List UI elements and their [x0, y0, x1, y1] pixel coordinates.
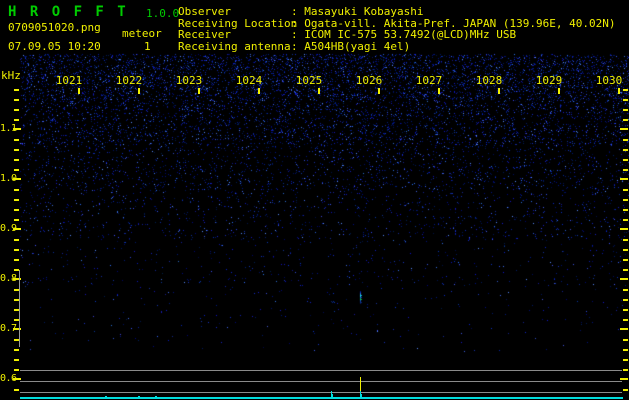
- freq-minor-tick-right: [623, 389, 628, 391]
- level-bump: [138, 396, 140, 397]
- freq-minor-tick-left: [14, 249, 19, 251]
- freq-minor-tick-right: [623, 239, 628, 241]
- freq-minor-tick-right: [623, 299, 628, 301]
- level-bump: [105, 396, 107, 397]
- time-tick-mark: [78, 88, 80, 94]
- output-filename: 0709051020.png: [8, 22, 101, 33]
- app-title: H R O F F T: [8, 5, 128, 19]
- time-tick-mark: [558, 88, 560, 94]
- freq-minor-tick-right: [623, 289, 628, 291]
- time-tick-mark: [138, 88, 140, 94]
- time-tick-label: 1029: [535, 75, 563, 86]
- time-tick-mark: [198, 88, 200, 94]
- freq-minor-tick-left: [14, 369, 19, 371]
- level-gridline: [20, 392, 622, 393]
- freq-major-tick-right: [620, 128, 628, 130]
- freq-minor-tick-right: [623, 159, 628, 161]
- time-tick-label: 1022: [115, 75, 143, 86]
- time-tick-label: 1023: [175, 75, 203, 86]
- freq-major-tick-left: [13, 228, 21, 230]
- time-tick-mark: [498, 88, 500, 94]
- level-spike: [332, 394, 333, 398]
- freq-minor-tick-left: [14, 119, 19, 121]
- freq-minor-tick-left: [14, 209, 19, 211]
- freq-major-tick-left: [13, 378, 21, 380]
- spectrogram-canvas: [0, 0, 629, 400]
- info-row: Receiving antenna: A504HB(yagi 4el): [178, 40, 616, 52]
- meteor-marker-cyan: [361, 394, 362, 399]
- freq-minor-tick-left: [14, 359, 19, 361]
- freq-minor-tick-left: [14, 219, 19, 221]
- freq-minor-tick-right: [623, 219, 628, 221]
- time-tick-label: 1024: [235, 75, 263, 86]
- freq-minor-tick-left: [14, 239, 19, 241]
- freq-minor-tick-left: [14, 109, 19, 111]
- freq-minor-tick-right: [623, 359, 628, 361]
- info-row: Receiver: ICOM IC-575 53.7492(@LCD)MHz U…: [178, 28, 616, 40]
- time-tick-mark: [258, 88, 260, 94]
- freq-minor-tick-right: [623, 349, 628, 351]
- station-info-block: Observer: Masayuki KobayashiReceiving Lo…: [178, 5, 616, 51]
- info-label: Receiving antenna: [178, 40, 291, 53]
- freq-minor-tick-right: [623, 119, 628, 121]
- time-tick-mark: [438, 88, 440, 94]
- mode-label: meteor: [122, 28, 162, 39]
- time-tick-mark: [618, 88, 620, 94]
- level-scale-bar: [19, 270, 20, 347]
- freq-minor-tick-right: [623, 269, 628, 271]
- freq-major-tick-right: [620, 178, 628, 180]
- info-row: Receiving Location: Ogata-vill. Akita-Pr…: [178, 17, 616, 29]
- freq-minor-tick-right: [623, 339, 628, 341]
- freq-minor-tick-right: [623, 139, 628, 141]
- time-tick-label: 1030: [595, 75, 623, 86]
- datetime-label: 07.09.05 10:20: [8, 41, 101, 52]
- freq-minor-tick-right: [623, 259, 628, 261]
- info-row: Observer: Masayuki Kobayashi: [178, 5, 616, 17]
- freq-major-tick-left: [13, 178, 21, 180]
- freq-major-tick-right: [620, 378, 628, 380]
- time-tick-label: 1021: [55, 75, 83, 86]
- freq-minor-tick-right: [623, 309, 628, 311]
- level-gridline: [20, 381, 622, 382]
- level-bump: [155, 396, 157, 397]
- freq-major-tick-left: [13, 128, 21, 130]
- freq-minor-tick-left: [14, 189, 19, 191]
- time-tick-mark: [318, 88, 320, 94]
- freq-minor-tick-left: [14, 149, 19, 151]
- freq-minor-tick-right: [623, 319, 628, 321]
- freq-minor-tick-right: [623, 99, 628, 101]
- freq-minor-tick-left: [14, 99, 19, 101]
- app-version: 1.0.0: [146, 8, 179, 19]
- level-baseline: [20, 397, 623, 399]
- freq-major-tick-right: [620, 278, 628, 280]
- freq-minor-tick-right: [623, 89, 628, 91]
- level-gridline: [20, 370, 622, 371]
- freq-major-tick-right: [620, 228, 628, 230]
- freq-minor-tick-left: [14, 159, 19, 161]
- freq-minor-tick-right: [623, 199, 628, 201]
- meteor-count: 1: [144, 41, 151, 52]
- freq-minor-tick-left: [14, 169, 19, 171]
- freq-minor-tick-left: [14, 199, 19, 201]
- freq-axis-unit-label: kHz: [1, 70, 21, 81]
- freq-minor-tick-right: [623, 249, 628, 251]
- freq-major-tick-right: [620, 328, 628, 330]
- freq-minor-tick-left: [14, 349, 19, 351]
- freq-minor-tick-left: [14, 259, 19, 261]
- time-tick-label: 1027: [415, 75, 443, 86]
- time-tick-label: 1026: [355, 75, 383, 86]
- freq-minor-tick-right: [623, 209, 628, 211]
- freq-minor-tick-right: [623, 109, 628, 111]
- freq-minor-tick-right: [623, 189, 628, 191]
- time-tick-label: 1028: [475, 75, 503, 86]
- freq-minor-tick-right: [623, 149, 628, 151]
- time-tick-label: 1025: [295, 75, 323, 86]
- freq-minor-tick-left: [14, 89, 19, 91]
- info-value: : A504HB(yagi 4el): [291, 40, 410, 53]
- freq-minor-tick-left: [14, 389, 19, 391]
- freq-minor-tick-left: [14, 139, 19, 141]
- freq-minor-tick-right: [623, 169, 628, 171]
- freq-minor-tick-right: [623, 369, 628, 371]
- time-tick-mark: [378, 88, 380, 94]
